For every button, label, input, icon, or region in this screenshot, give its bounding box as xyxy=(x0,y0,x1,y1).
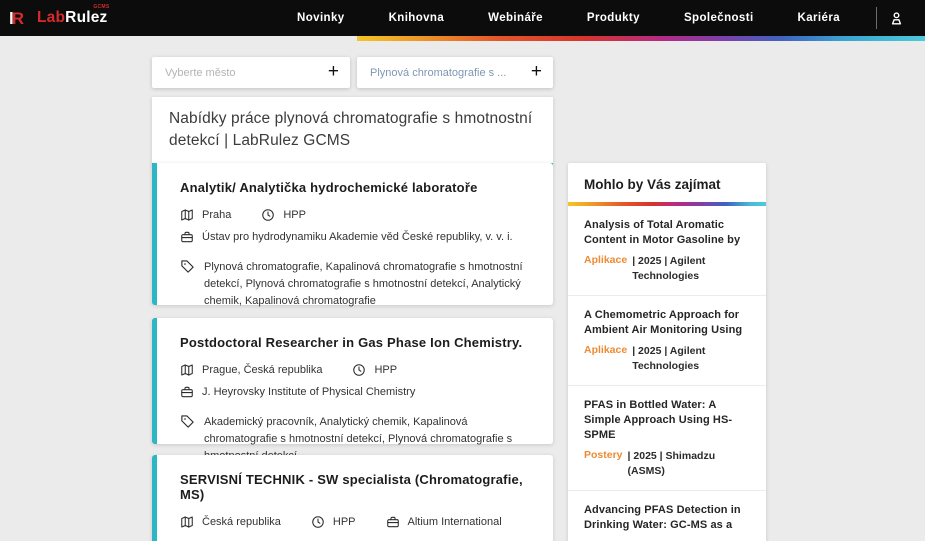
job-title: Postdoctoral Researcher in Gas Phase Ion… xyxy=(180,335,523,350)
article-category: Aplikace xyxy=(584,343,628,356)
clock-icon xyxy=(311,515,325,529)
map-icon xyxy=(180,515,194,529)
map-icon xyxy=(180,208,194,222)
nav-item-novinky[interactable]: Novinky xyxy=(275,12,367,24)
article-category: Aplikace xyxy=(584,253,628,266)
nav-item-knihovna[interactable]: Knihovna xyxy=(367,12,467,24)
article-title: A Chemometric Approach for Ambient Air M… xyxy=(584,309,743,336)
job-contract-type: HPP xyxy=(374,364,398,376)
briefcase-icon xyxy=(180,230,194,244)
article-title: Advancing PFAS Detection in Drinking Wat… xyxy=(584,504,741,532)
job-contract-type: HPP xyxy=(332,516,356,528)
job-company: Altium International xyxy=(407,516,502,528)
briefcase-icon xyxy=(386,515,400,529)
article-title: PFAS in Bottled Water: A Simple Approach… xyxy=(584,399,733,441)
nav-rainbow-gradient-bar xyxy=(357,36,925,41)
job-location: Česká republika xyxy=(202,516,281,528)
map-icon xyxy=(180,363,194,377)
job-title: SERVISNÍ TECHNIK - SW specialista (Chrom… xyxy=(180,472,523,502)
sidebar-title: Mohlo by Vás zajímat xyxy=(584,177,721,192)
clock-icon xyxy=(352,363,366,377)
nav-item-kariera[interactable]: Kariéra xyxy=(776,12,862,24)
top-navbar: lR LabRulez GCMS Novinky Knihovna Webinář… xyxy=(0,0,925,36)
topic-filter-value: Plynová chromatografie s ... xyxy=(370,66,507,79)
job-card-postdoctoral[interactable]: Postdoctoral Researcher in Gas Phase Ion… xyxy=(152,318,553,462)
job-location: Prague, Česká republika xyxy=(202,364,323,376)
sidebar-article-4[interactable]: Advancing PFAS Detection in Drinking Wat… xyxy=(568,490,766,541)
job-location: Praha xyxy=(202,209,232,221)
city-filter-add-icon[interactable]: + xyxy=(328,62,339,81)
page-title: Nabídky práce plynová chromatografie s h… xyxy=(169,110,533,149)
article-title: Analysis of Total Aromatic Content in Mo… xyxy=(584,219,741,246)
article-meta: | 2025 | Shimadzu (ASMS) xyxy=(627,449,716,477)
related-content-sidebar: Mohlo by Vás zajímat Analysis of Total A… xyxy=(568,163,766,541)
clock-icon xyxy=(261,208,275,222)
labrulez-logo-text: LabRulez GCMS xyxy=(37,4,110,26)
article-category: Postery xyxy=(584,448,623,461)
nav-item-produkty[interactable]: Produkty xyxy=(565,12,662,24)
city-filter-select[interactable]: Vyberte město + xyxy=(152,57,350,88)
user-account-icon[interactable] xyxy=(877,10,915,27)
city-filter-placeholder: Vyberte město xyxy=(165,66,236,79)
topic-filter-select[interactable]: Plynová chromatografie s ... + xyxy=(357,57,553,88)
main-nav: Novinky Knihovna Webináře Produkty Spole… xyxy=(275,12,862,24)
filter-row: Vyberte město + Plynová chromatografie s… xyxy=(152,57,553,88)
labrulez-logo[interactable]: lR LabRulez GCMS xyxy=(9,4,110,29)
labrulez-logo-icon: lR xyxy=(9,8,24,28)
job-card-servisni-technik[interactable]: SERVISNÍ TECHNIK - SW specialista (Chrom… xyxy=(152,455,553,541)
sidebar-article-2[interactable]: A Chemometric Approach for Ambient Air M… xyxy=(568,295,766,385)
nav-item-webinare[interactable]: Webináře xyxy=(466,12,565,24)
job-card-analytik[interactable]: Analytik/ Analytička hydrochemické labor… xyxy=(152,163,553,307)
job-tags: Plynová chromatografie, Kapalinová chrom… xyxy=(204,261,523,308)
logo-gcms-badge: GCMS xyxy=(93,4,110,10)
job-contract-type: HPP xyxy=(283,209,306,221)
sidebar-article-3[interactable]: PFAS in Bottled Water: A Simple Approach… xyxy=(568,385,766,490)
nav-item-spolecnosti[interactable]: Společnosti xyxy=(662,12,776,24)
article-meta: | 2025 | Agilent Technologies xyxy=(632,344,706,373)
article-meta: | 2025 | Agilent Technologies xyxy=(632,254,706,282)
page-title-card: Nabídky práce plynová chromatografie s h… xyxy=(152,97,553,167)
sidebar-article-1[interactable]: Analysis of Total Aromatic Content in Mo… xyxy=(568,206,766,295)
job-company: Ústav pro hydrodynamiku Akademie věd Čes… xyxy=(202,231,513,243)
tag-icon xyxy=(180,414,195,429)
briefcase-icon xyxy=(180,385,194,399)
job-title: Analytik/ Analytička hydrochemické labor… xyxy=(180,180,478,195)
job-company: J. Heyrovsky Institute of Physical Chemi… xyxy=(202,386,416,398)
topic-filter-add-icon[interactable]: + xyxy=(531,62,542,81)
tag-icon xyxy=(180,259,195,274)
